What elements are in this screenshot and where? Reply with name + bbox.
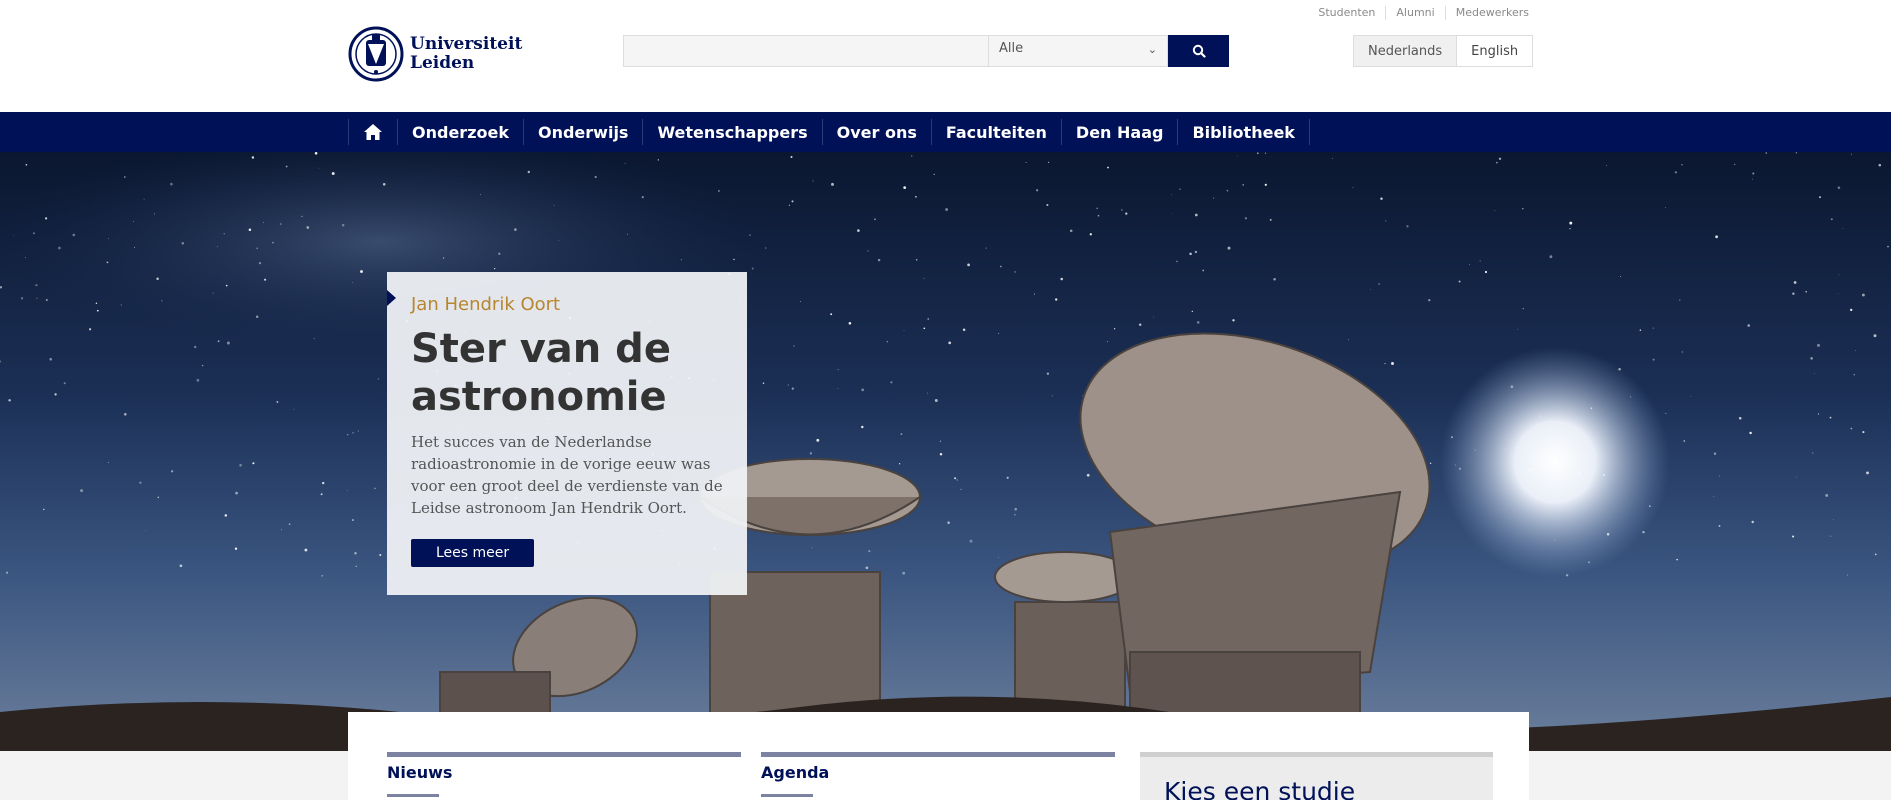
hero-kicker[interactable]: Jan Hendrik Oort	[411, 294, 723, 315]
nav-item-den-haag[interactable]: Den Haag	[1060, 119, 1178, 145]
search-button[interactable]	[1168, 35, 1229, 67]
study-chooser-panel: Kies een studie	[1140, 752, 1493, 800]
hero-card: Jan Hendrik Oort Ster van de astronomie …	[387, 272, 747, 595]
agenda-section: Agenda	[761, 752, 1115, 797]
hero-background-image	[0, 152, 1891, 751]
top-link-studenten[interactable]: Studenten	[1308, 6, 1385, 20]
read-more-button[interactable]: Lees meer	[411, 539, 535, 567]
hero-card-notch	[387, 290, 396, 306]
agenda-item-bar	[761, 794, 813, 797]
nav-item-over-ons[interactable]: Over ons	[821, 119, 931, 145]
site-header: Studenten Alumni Medewerkers Universitei…	[0, 0, 1891, 112]
logo-text: Universiteit Leiden	[410, 35, 522, 73]
study-chooser-title[interactable]: Kies een studie	[1140, 757, 1493, 800]
nav-item-onderwijs[interactable]: Onderwijs	[522, 119, 642, 145]
search-input[interactable]	[623, 35, 988, 67]
nav-item-wetenschappers[interactable]: Wetenschappers	[642, 119, 821, 145]
lang-english[interactable]: English	[1457, 35, 1534, 67]
logo-line-2: Leiden	[410, 53, 475, 73]
news-divider	[387, 752, 741, 757]
news-section: Nieuws	[387, 752, 741, 797]
top-link-alumni[interactable]: Alumni	[1385, 6, 1444, 20]
nav-home[interactable]	[348, 119, 397, 145]
news-title[interactable]: Nieuws	[387, 763, 741, 782]
language-switcher: Nederlands English	[1353, 35, 1534, 67]
news-item-thumbnail[interactable]	[387, 794, 439, 797]
home-icon	[364, 124, 382, 140]
top-link-medewerkers[interactable]: Medewerkers	[1444, 6, 1529, 20]
top-links: Studenten Alumni Medewerkers	[1308, 6, 1529, 20]
search-filter-select[interactable]: Alle ⌄	[988, 35, 1168, 67]
nav-item-onderzoek[interactable]: Onderzoek	[397, 119, 523, 145]
university-logo[interactable]: Universiteit Leiden	[348, 20, 522, 88]
logo-line-1: Universiteit	[410, 34, 523, 54]
main-nav: Onderzoek Onderwijs Wetenschappers Over …	[0, 112, 1891, 152]
seal-icon	[348, 26, 404, 82]
search-bar: Alle ⌄	[623, 35, 1229, 67]
lang-nederlands[interactable]: Nederlands	[1353, 35, 1458, 67]
hero-description: Het succes van de Nederlandse radioastro…	[411, 433, 723, 517]
chevron-down-icon: ⌄	[1147, 43, 1157, 56]
agenda-title[interactable]: Agenda	[761, 763, 1115, 782]
search-filter-value: Alle	[999, 41, 1024, 56]
hero-title[interactable]: Ster van de astronomie	[411, 325, 723, 421]
search-icon	[1192, 44, 1206, 58]
hero-banner: Jan Hendrik Oort Ster van de astronomie …	[0, 152, 1891, 751]
content-area: Nieuws Agenda Kies een studie	[348, 712, 1529, 800]
agenda-divider	[761, 752, 1115, 757]
nav-item-faculteiten[interactable]: Faculteiten	[930, 119, 1061, 145]
nav-item-bibliotheek[interactable]: Bibliotheek	[1177, 119, 1310, 145]
